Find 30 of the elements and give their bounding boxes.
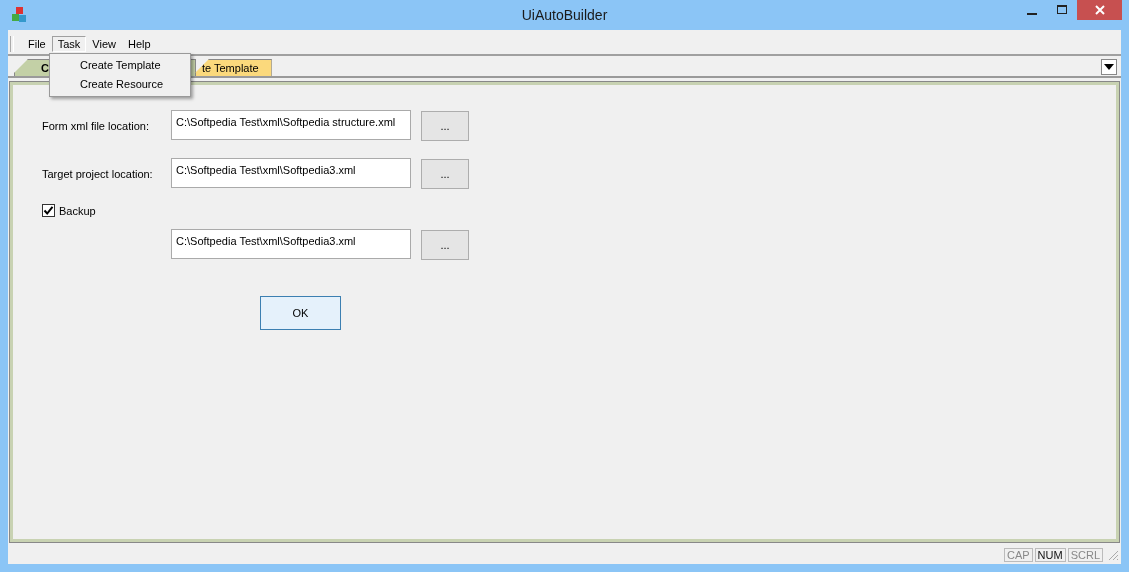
browse-button[interactable]: ... xyxy=(421,111,469,141)
minimize-icon xyxy=(1027,13,1037,15)
status-indicator: CAP xyxy=(1003,548,1033,562)
close-icon xyxy=(1093,4,1106,16)
path-field[interactable]: C:\Softpedia Test\xml\Softpedia3.xml xyxy=(171,158,411,188)
menu-item[interactable]: Create Template xyxy=(50,56,190,75)
path-field[interactable]: C:\Softpedia Test\xml\Softpedia structure.xml xyxy=(171,110,411,140)
status-indicator: SCRL xyxy=(1067,548,1103,562)
menu-item[interactable]: View xyxy=(86,35,122,52)
menu-item[interactable]: File xyxy=(22,35,52,52)
dropdown-button[interactable] xyxy=(1101,59,1117,75)
tab[interactable]: te Template xyxy=(194,59,272,76)
app-icon xyxy=(10,6,28,24)
browse-button[interactable]: ... xyxy=(421,159,469,189)
status-indicator: NUM xyxy=(1034,548,1066,562)
checkbox[interactable] xyxy=(42,204,55,217)
browse-button[interactable]: ... xyxy=(421,230,469,260)
menu-item[interactable]: Help xyxy=(122,35,157,52)
close-button[interactable] xyxy=(1077,0,1122,20)
resize-grip-icon xyxy=(1107,549,1119,561)
field-label: Form xml file location: xyxy=(42,119,150,132)
caret-icon xyxy=(1104,64,1114,70)
ok-button[interactable]: OK xyxy=(260,296,341,330)
window-title: UiAutoBuilder xyxy=(521,7,608,23)
menu-item[interactable]: Task xyxy=(51,35,87,52)
field-label: Target project location: xyxy=(42,167,154,180)
maximize-icon xyxy=(1056,4,1068,16)
path-field[interactable]: C:\Softpedia Test\xml\Softpedia3.xml xyxy=(171,229,411,259)
menu-item[interactable]: Create Resource xyxy=(50,75,190,94)
checkbox-label: Backup xyxy=(59,204,96,217)
